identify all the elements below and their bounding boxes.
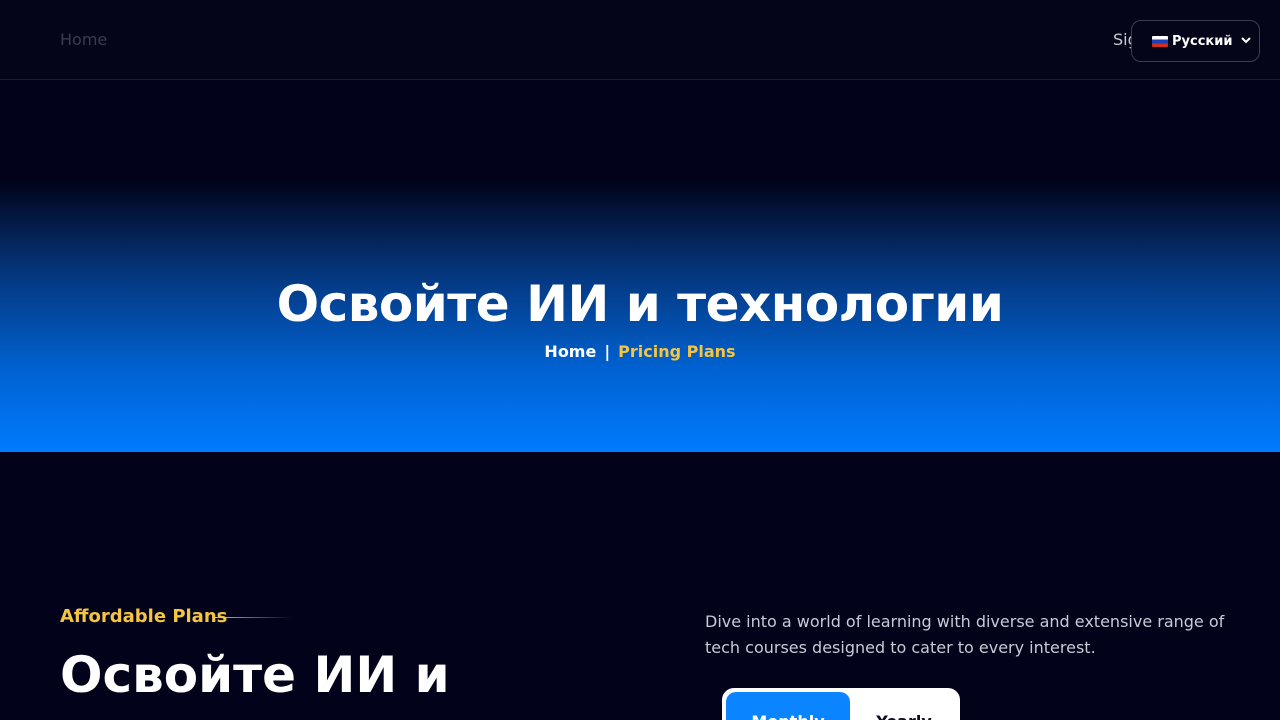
- hero-banner: Освойте ИИ и технологии Home | Pricing Pla…: [0, 81, 1280, 452]
- tag-divider-line: [212, 617, 292, 618]
- billing-toggle: Monthly Yearly: [722, 688, 960, 720]
- section-description: Dive into a world of learning with diver…: [705, 612, 1225, 657]
- breadcrumb-current: Pricing Plans: [618, 342, 736, 361]
- top-navbar: Home Sig Русский: [0, 0, 1280, 80]
- language-selected-label: Русский: [1172, 33, 1233, 49]
- hero-title: Освойте ИИ и технологии: [276, 275, 1004, 333]
- breadcrumb-separator: |: [604, 342, 611, 361]
- section-tag: Affordable Plans: [60, 606, 228, 627]
- monthly-toggle-button[interactable]: Monthly: [726, 692, 850, 720]
- chevron-down-icon: [1241, 36, 1251, 47]
- section-title: Освойте ИИ и: [60, 646, 450, 704]
- yearly-toggle-button[interactable]: Yearly: [850, 692, 958, 720]
- ru-flag-icon: [1152, 35, 1168, 47]
- breadcrumb: Home | Pricing Plans: [0, 342, 1280, 361]
- language-select[interactable]: Русский: [1131, 20, 1260, 62]
- nav-home-link[interactable]: Home: [60, 30, 107, 49]
- breadcrumb-home[interactable]: Home: [544, 342, 596, 361]
